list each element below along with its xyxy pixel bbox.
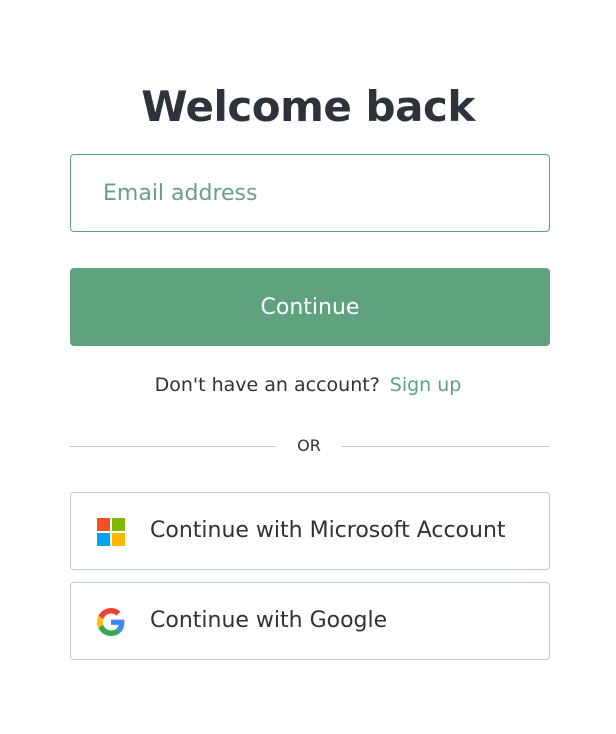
google-icon	[97, 608, 125, 636]
signup-prompt: Don't have an account? Sign up	[0, 371, 616, 399]
divider-line-left	[70, 446, 276, 447]
login-page: Welcome back Continue Don't have an acco…	[0, 0, 616, 734]
microsoft-login-label: Continue with Microsoft Account	[150, 518, 506, 543]
email-field[interactable]	[70, 154, 550, 232]
signup-prompt-text: Don't have an account?	[154, 374, 380, 396]
page-title: Welcome back	[141, 82, 475, 132]
microsoft-login-button[interactable]: Continue with Microsoft Account	[70, 492, 550, 570]
divider-label: OR	[297, 436, 321, 455]
google-login-button[interactable]: Continue with Google	[70, 582, 550, 660]
signup-link[interactable]: Sign up	[390, 374, 462, 396]
divider-line-right	[342, 446, 550, 447]
or-divider: OR	[70, 434, 550, 458]
continue-button[interactable]: Continue	[70, 268, 550, 346]
email-input[interactable]	[71, 155, 549, 231]
google-login-label: Continue with Google	[150, 608, 388, 633]
microsoft-icon	[97, 518, 125, 546]
